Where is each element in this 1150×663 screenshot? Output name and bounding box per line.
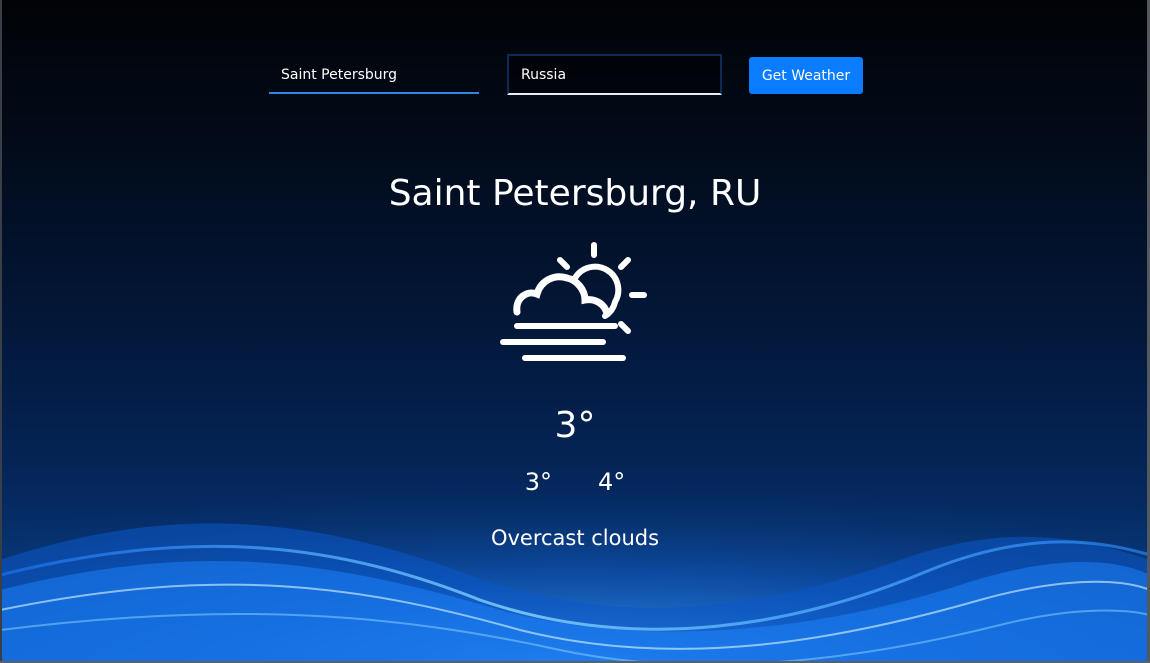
partly-cloudy-fog-icon [500,242,647,361]
current-temperature: 3° [554,405,596,446]
max-temperature: 4° [598,468,626,496]
weather-app: Get Weather Saint Petersburg, RU 3° 3° 4… [0,0,1150,663]
country-input[interactable] [507,54,722,95]
min-temperature: 3° [524,468,552,496]
city-input[interactable] [269,58,479,94]
location-title: Saint Petersburg, RU [388,173,762,214]
window-left-edge [0,0,2,663]
temperature-range: 3° 4° [0,466,1150,498]
get-weather-button[interactable]: Get Weather [749,57,863,94]
weather-description: Overcast clouds [490,526,660,550]
